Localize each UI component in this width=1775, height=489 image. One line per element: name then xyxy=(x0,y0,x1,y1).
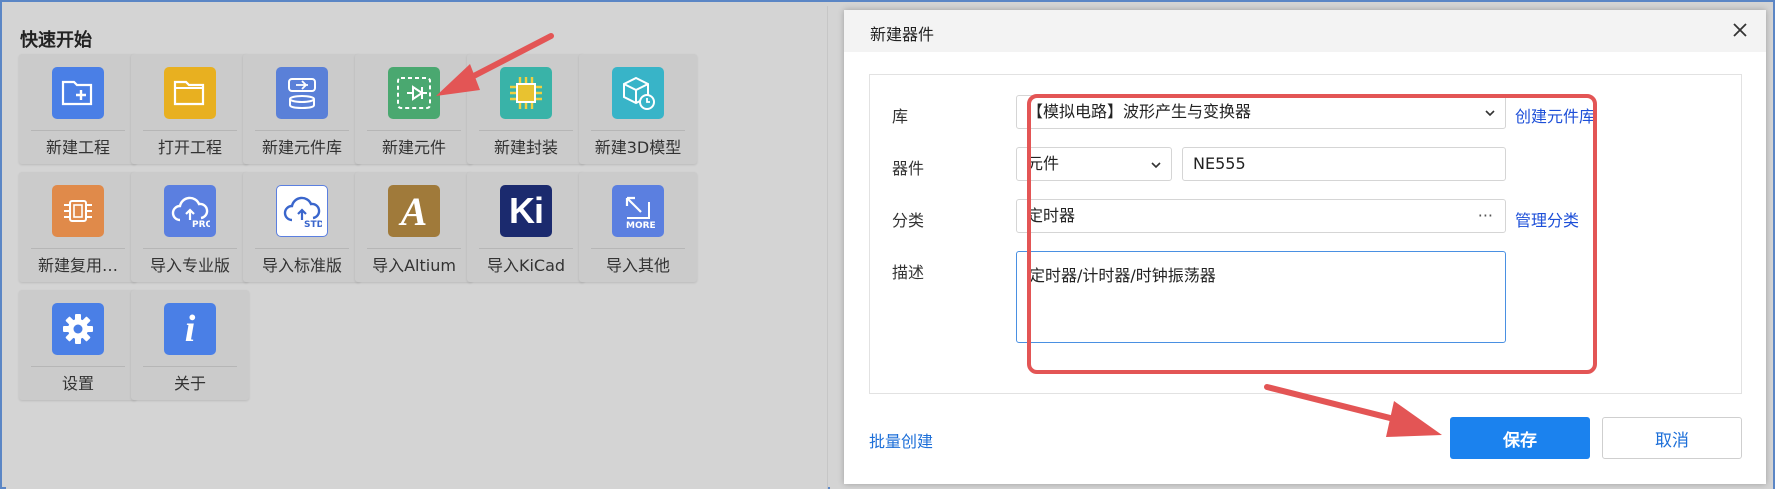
tile-import-pro[interactable]: PRO 导入专业版 xyxy=(131,172,249,282)
tile-about[interactable]: i 关于 xyxy=(131,290,249,400)
3d-model-icon xyxy=(612,67,664,119)
tile-divider xyxy=(367,130,461,131)
tile-label: 导入专业版 xyxy=(149,256,230,275)
device-label: 器件 xyxy=(892,159,925,178)
tile-label: 导入其他 xyxy=(605,256,670,275)
description-label: 描述 xyxy=(892,263,925,282)
more-badge-text: MORE xyxy=(626,221,656,230)
save-button[interactable]: 保存 xyxy=(1450,417,1590,459)
tile-divider xyxy=(143,366,237,367)
kicad-letters: Ki xyxy=(509,190,544,231)
info-icon: i xyxy=(164,303,216,355)
tile-label: 新建封装 xyxy=(493,138,558,157)
tile-settings[interactable]: 设置 xyxy=(19,290,137,400)
tile-import-altium[interactable]: A 导入Altium xyxy=(355,172,473,282)
tile-import-std[interactable]: STD 导入标准版 xyxy=(243,172,361,282)
library-label: 库 xyxy=(892,107,909,126)
tile-divider xyxy=(31,248,125,249)
tile-divider xyxy=(367,248,461,249)
tile-import-kicad[interactable]: Ki 导入KiCad xyxy=(467,172,585,282)
altium-letter: A xyxy=(400,188,428,234)
tile-label: 关于 xyxy=(173,374,206,393)
dialog-title: 新建器件 xyxy=(870,25,935,44)
tile-divider xyxy=(143,248,237,249)
annotation-highlight-box xyxy=(1027,94,1597,374)
tile-divider xyxy=(143,130,237,131)
quick-start-panel: 快速开始 新建工程 打开工程 新建元件库 新建元件 新建封装 新建3D模型 新建… xyxy=(6,6,828,489)
tile-label: 打开工程 xyxy=(157,138,222,157)
new-component-icon xyxy=(388,67,440,119)
tile-label: 新建工程 xyxy=(45,138,110,157)
component-library-icon xyxy=(276,67,328,119)
tile-divider xyxy=(591,130,685,131)
reuse-block-icon xyxy=(52,185,104,237)
tile-divider xyxy=(591,248,685,249)
footprint-icon xyxy=(500,67,552,119)
category-label: 分类 xyxy=(892,211,925,230)
altium-icon: A xyxy=(388,185,440,237)
cloud-std-icon: STD xyxy=(276,185,328,237)
tile-new-component[interactable]: 新建元件 xyxy=(355,54,473,164)
tile-import-other[interactable]: MORE 导入其他 xyxy=(579,172,697,282)
std-badge-text: STD xyxy=(304,220,322,228)
close-icon[interactable] xyxy=(1730,20,1750,40)
tile-new-reuse-block[interactable]: 新建复用… xyxy=(19,172,137,282)
tile-new-component-library[interactable]: 新建元件库 xyxy=(243,54,361,164)
tile-label: 导入KiCad xyxy=(486,256,566,275)
tile-divider xyxy=(479,248,573,249)
tile-divider xyxy=(479,130,573,131)
dialog-header: 新建器件 xyxy=(844,10,1766,52)
tile-divider xyxy=(31,130,125,131)
cloud-pro-icon: PRO xyxy=(164,185,216,237)
tile-divider xyxy=(255,248,349,249)
settings-gear-icon xyxy=(52,303,104,355)
tile-divider xyxy=(31,366,125,367)
tile-label: 新建元件 xyxy=(381,138,446,157)
tile-label: 导入Altium xyxy=(372,256,456,275)
pro-badge-text: PRO xyxy=(192,220,210,228)
tile-divider xyxy=(255,130,349,131)
tile-open-project[interactable]: 打开工程 xyxy=(131,54,249,164)
tile-label: 新建复用… xyxy=(37,256,118,275)
tile-label: 新建3D模型 xyxy=(594,138,682,157)
open-folder-icon xyxy=(164,67,216,119)
batch-create-link[interactable]: 批量创建 xyxy=(869,428,933,452)
tile-new-project[interactable]: 新建工程 xyxy=(19,54,137,164)
tile-label: 导入标准版 xyxy=(261,256,342,275)
quick-start-title: 快速开始 xyxy=(20,30,92,51)
tile-label: 设置 xyxy=(61,374,94,393)
kicad-icon: Ki xyxy=(500,185,552,237)
new-project-icon xyxy=(52,67,104,119)
screenshot-frame: 快速开始 新建工程 打开工程 新建元件库 新建元件 新建封装 新建3D模型 新建… xyxy=(0,0,1775,489)
info-letter: i xyxy=(184,308,196,350)
tile-label: 新建元件库 xyxy=(261,138,342,157)
tile-new-footprint[interactable]: 新建封装 xyxy=(467,54,585,164)
import-more-icon: MORE xyxy=(612,185,664,237)
cancel-button[interactable]: 取消 xyxy=(1602,417,1742,459)
tile-new-3d-model[interactable]: 新建3D模型 xyxy=(579,54,697,164)
